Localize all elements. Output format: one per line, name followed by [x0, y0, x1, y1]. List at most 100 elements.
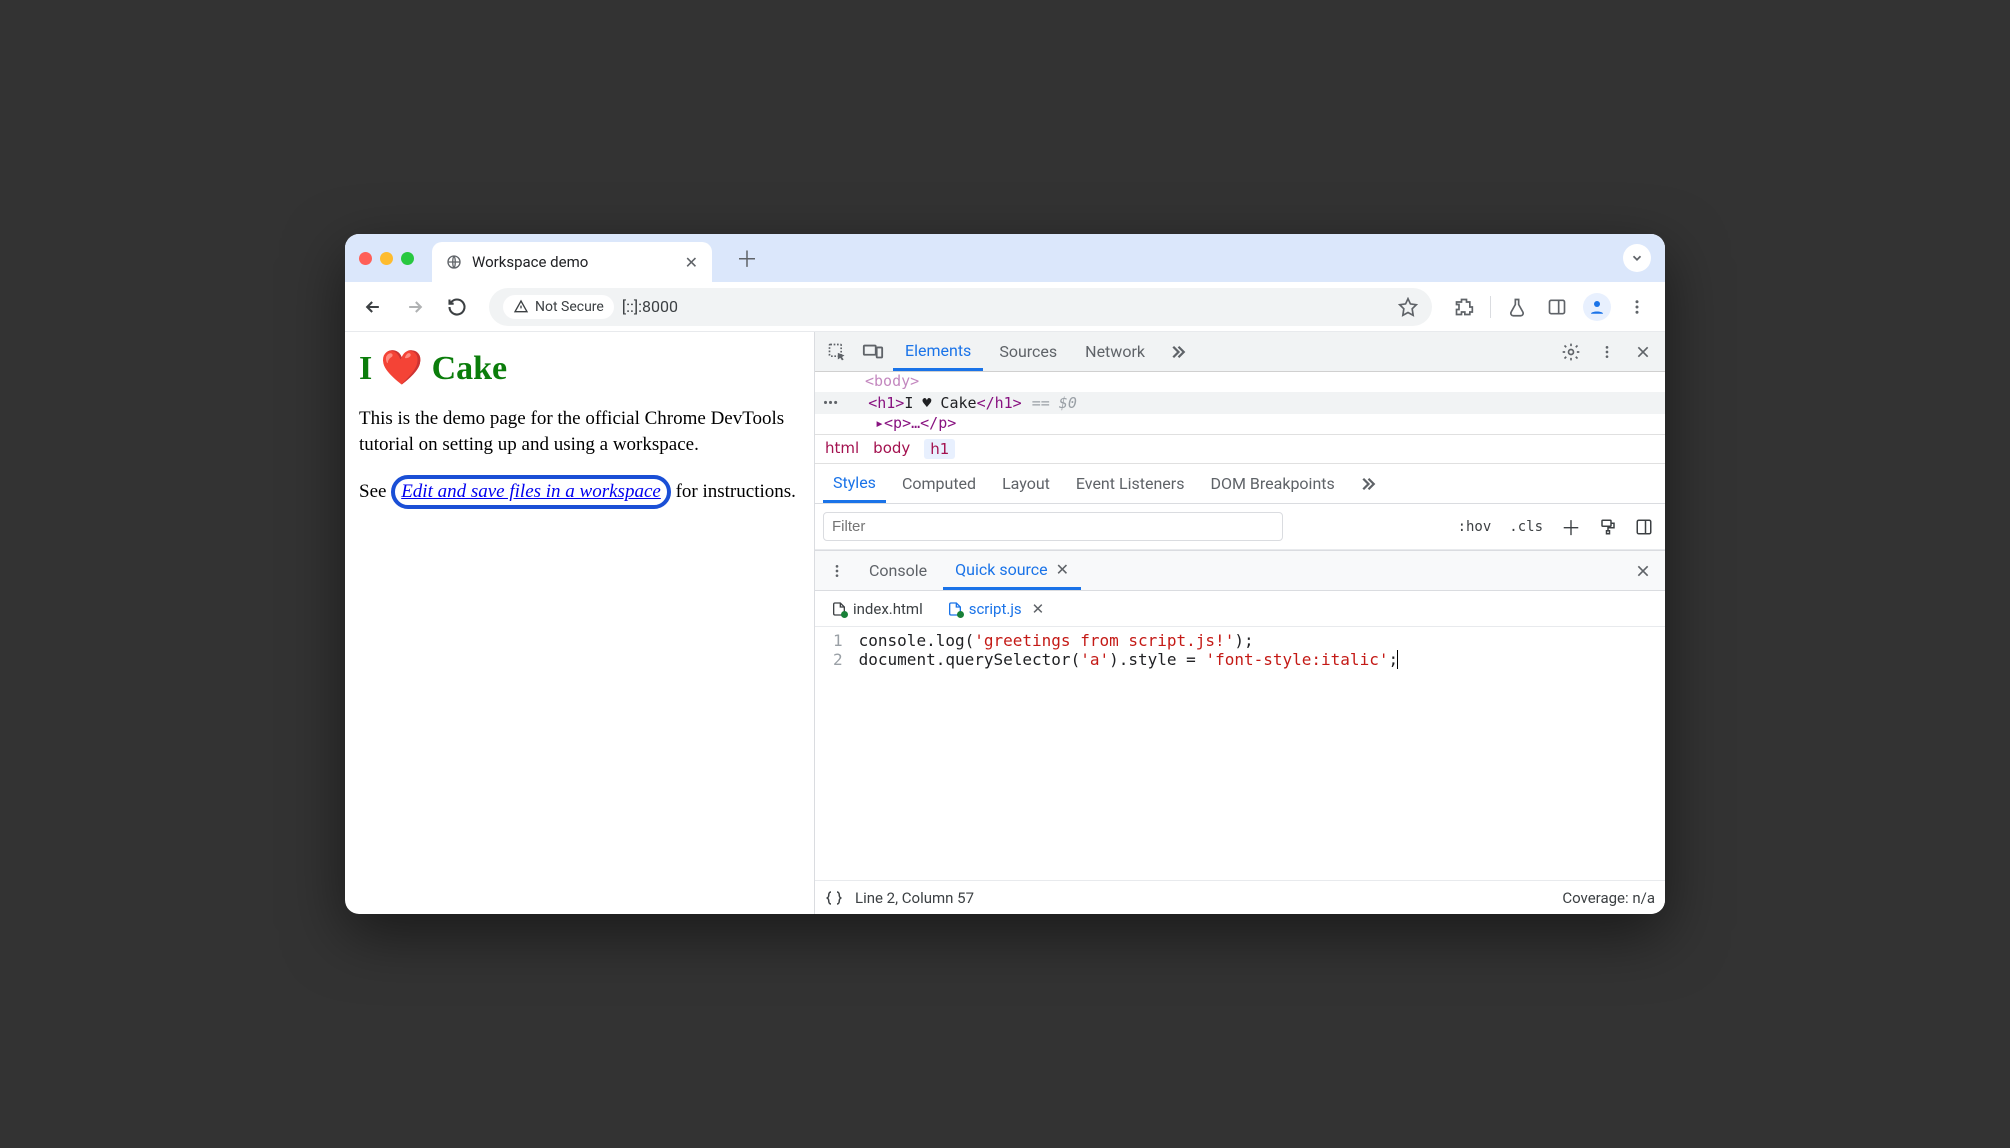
dom-text: I ♥ Cake [904, 394, 976, 412]
extensions-icon[interactable] [1446, 289, 1482, 325]
security-chip[interactable]: Not Secure [503, 295, 614, 319]
security-label: Not Secure [535, 299, 604, 315]
content-area: I ❤️ Cake This is the demo page for the … [345, 332, 1665, 914]
paint-icon[interactable] [1595, 516, 1621, 538]
file-tab-script[interactable]: script.js ✕ [937, 594, 1055, 624]
reload-button[interactable] [439, 289, 475, 325]
styles-filter-row: :hov .cls ＋ [815, 504, 1665, 550]
tab-elements[interactable]: Elements [893, 333, 983, 371]
close-quick-source-icon[interactable]: ✕ [1056, 560, 1069, 579]
styles-tabs: Styles Computed Layout Event Listeners D… [815, 464, 1665, 504]
forward-button[interactable] [397, 289, 433, 325]
page-heading: I ❤️ Cake [359, 348, 800, 388]
drawer-tab-quick-source-label: Quick source [955, 560, 1048, 579]
tab-network[interactable]: Network [1073, 334, 1157, 369]
close-drawer-icon[interactable] [1627, 555, 1659, 587]
file-icon [831, 601, 847, 617]
code-editor[interactable]: 12 console.log('greetings from script.js… [815, 627, 1665, 880]
dom-eq: == $0 [1032, 394, 1077, 412]
settings-icon[interactable] [1555, 336, 1587, 368]
styles-tools: :hov .cls ＋ [1454, 510, 1657, 543]
more-styles-tabs-icon[interactable] [1351, 468, 1383, 500]
tab-computed[interactable]: Computed [892, 466, 986, 501]
code-line-2: document.querySelector('a').style = 'fon… [859, 650, 1655, 669]
tab-dom-breakpoints[interactable]: DOM Breakpoints [1200, 466, 1344, 501]
globe-icon [446, 254, 462, 270]
minimize-window-icon[interactable] [380, 252, 393, 265]
device-toolbar-icon[interactable] [857, 336, 889, 368]
browser-window: Workspace demo ✕ ＋ Not Secure [::]:8000 [345, 234, 1665, 914]
file-tab-index-label: index.html [853, 600, 923, 618]
window-controls [359, 252, 414, 265]
back-button[interactable] [355, 289, 391, 325]
tab-title: Workspace demo [472, 253, 675, 271]
labs-icon[interactable] [1499, 289, 1535, 325]
dom-tree[interactable]: <body> ••• <h1>I ♥ Cake</h1> == $0 ▸<p>…… [815, 372, 1665, 434]
mapped-dot-icon [841, 611, 848, 618]
bookmark-icon[interactable] [1398, 297, 1418, 317]
page-paragraph-2: See Edit and save files in a workspace f… [359, 475, 800, 509]
crumb-h1[interactable]: h1 [924, 439, 955, 459]
devtools-menu-icon[interactable] [1591, 336, 1623, 368]
new-style-rule-icon[interactable]: ＋ [1557, 510, 1585, 543]
dom-row-selected[interactable]: <h1>I ♥ Cake</h1> == $0 [848, 392, 1665, 414]
address-bar[interactable]: Not Secure [::]:8000 [489, 288, 1432, 326]
new-tab-button[interactable]: ＋ [736, 242, 758, 274]
titlebar: Workspace demo ✕ ＋ [345, 234, 1665, 282]
tab-sources[interactable]: Sources [987, 334, 1069, 369]
crumb-body[interactable]: body [873, 439, 910, 459]
url-text: [::]:8000 [622, 297, 678, 316]
dom-breadcrumbs[interactable]: html body h1 [815, 434, 1665, 464]
toolbar-right [1446, 289, 1655, 325]
cursor [1397, 650, 1398, 669]
profile-button[interactable] [1579, 289, 1615, 325]
maximize-window-icon[interactable] [401, 252, 414, 265]
dom-close-tag: </h1> [977, 394, 1022, 412]
code-line-1: console.log('greetings from script.js!')… [859, 631, 1655, 650]
dom-row-body[interactable]: <body> [815, 372, 1665, 392]
dom-open-tag: <h1> [868, 394, 904, 412]
inspect-element-icon[interactable] [821, 336, 853, 368]
mapped-dot-icon [957, 611, 964, 618]
tab-search-button[interactable] [1623, 244, 1651, 272]
cls-toggle[interactable]: .cls [1505, 517, 1547, 537]
computed-panel-icon[interactable] [1631, 516, 1657, 538]
tab-styles[interactable]: Styles [823, 465, 886, 503]
avatar-icon [1583, 293, 1611, 321]
workspace-link[interactable]: Edit and save files in a workspace [401, 481, 661, 502]
menu-icon[interactable] [1619, 289, 1655, 325]
browser-tab[interactable]: Workspace demo ✕ [432, 242, 712, 282]
drawer-menu-icon[interactable] [821, 555, 853, 587]
close-devtools-icon[interactable] [1627, 336, 1659, 368]
toolbar: Not Secure [::]:8000 [345, 282, 1665, 332]
styles-filter-input[interactable] [823, 512, 1283, 541]
devtools-tabs: Elements Sources Network [815, 332, 1665, 372]
side-panel-icon[interactable] [1539, 289, 1575, 325]
tab-layout[interactable]: Layout [992, 466, 1060, 501]
file-tab-index[interactable]: index.html [821, 594, 933, 624]
drawer: Console Quick source ✕ [815, 550, 1665, 914]
hov-toggle[interactable]: :hov [1454, 517, 1496, 537]
close-file-tab-icon[interactable]: ✕ [1032, 600, 1045, 618]
close-tab-icon[interactable]: ✕ [685, 253, 698, 272]
drawer-tab-console[interactable]: Console [857, 553, 939, 588]
close-window-icon[interactable] [359, 252, 372, 265]
gutter: 12 [815, 631, 859, 876]
devtools-panel: Elements Sources Network <bod [815, 332, 1665, 914]
dom-row-p[interactable]: ▸<p>…</p> [815, 414, 1665, 434]
divider [1490, 296, 1491, 318]
cursor-position: Line 2, Column 57 [855, 889, 974, 907]
coverage-status: Coverage: n/a [1562, 889, 1655, 907]
more-tabs-icon[interactable] [1161, 336, 1193, 368]
drawer-tab-quick-source[interactable]: Quick source ✕ [943, 552, 1081, 590]
file-tab-script-label: script.js [969, 600, 1022, 618]
file-icon [947, 601, 963, 617]
format-icon[interactable] [825, 889, 843, 907]
dom-more-icon[interactable]: ••• [815, 394, 838, 412]
para2-suffix: for instructions. [671, 481, 796, 502]
file-tabs: index.html script.js ✕ [815, 591, 1665, 627]
page-viewport[interactable]: I ❤️ Cake This is the demo page for the … [345, 332, 815, 914]
crumb-html[interactable]: html [825, 439, 859, 459]
tab-event-listeners[interactable]: Event Listeners [1066, 466, 1195, 501]
page-paragraph-1: This is the demo page for the official C… [359, 406, 800, 457]
